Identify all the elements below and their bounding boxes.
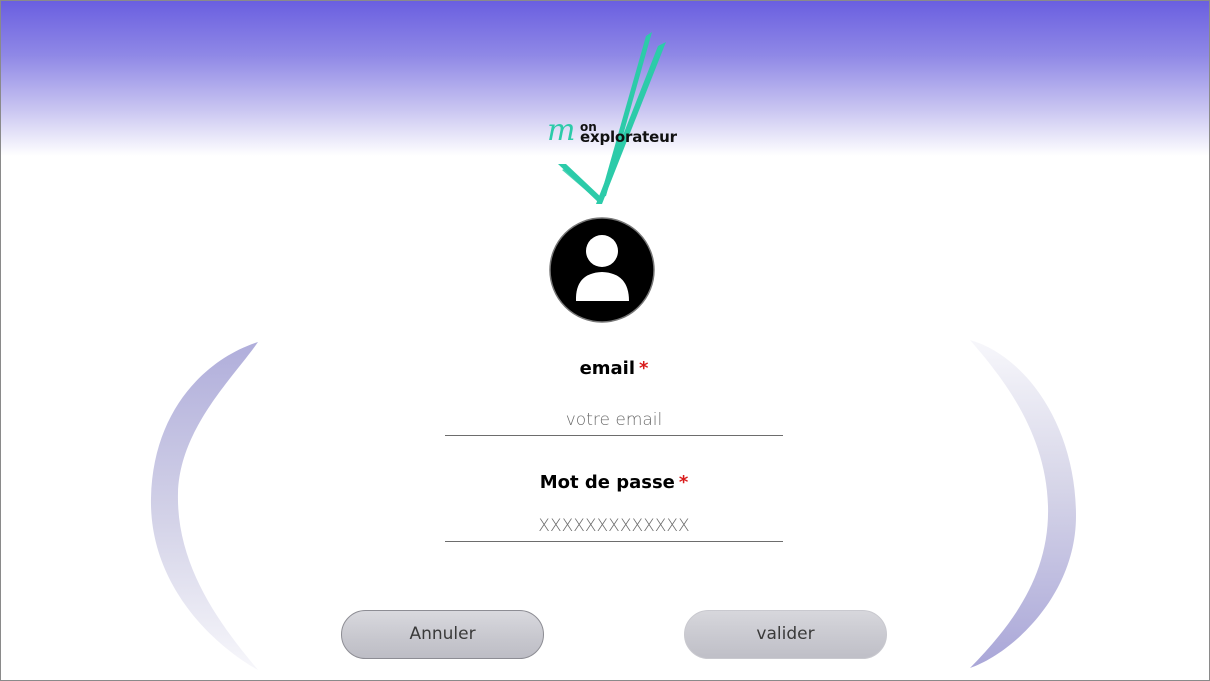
email-input[interactable]: [445, 404, 783, 436]
password-label: Mot de passe *: [445, 472, 783, 493]
password-label-text: Mot de passe: [539, 472, 675, 493]
logo-word-explorateur: explorateur: [580, 128, 677, 146]
left-decorative-curve: [150, 342, 258, 670]
logo-letter-m: m: [547, 113, 576, 148]
cancel-button[interactable]: Annuler: [341, 610, 544, 659]
email-label: email *: [445, 358, 783, 379]
user-avatar-icon: [549, 217, 655, 323]
email-required-marker: *: [639, 358, 649, 379]
password-input[interactable]: [445, 510, 783, 542]
submit-button[interactable]: valider: [684, 610, 887, 659]
right-decorative-curve: [970, 340, 1076, 668]
password-required-marker: *: [678, 472, 689, 493]
email-label-text: email: [579, 358, 636, 379]
